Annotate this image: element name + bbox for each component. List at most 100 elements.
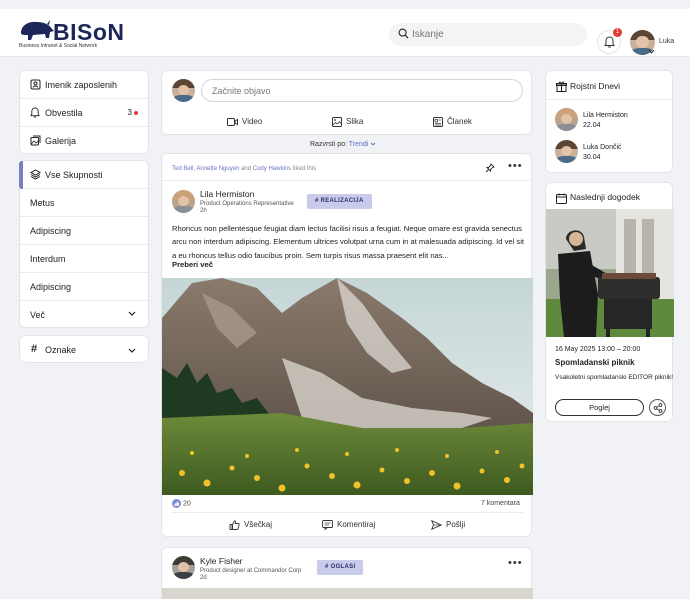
send-button[interactable]: Pošlji — [430, 519, 465, 531]
menu-item-gallery[interactable]: Galerija — [20, 127, 148, 155]
calendar-icon — [556, 193, 567, 204]
notifications-button[interactable]: 1 — [597, 28, 622, 54]
bell-icon — [604, 36, 615, 48]
share-icon — [653, 403, 663, 413]
bbq-photo — [546, 209, 674, 337]
post-image[interactable] — [162, 278, 533, 495]
post-author-role: Product designer at Commandor Corp — [200, 568, 302, 574]
video-button[interactable]: Video — [227, 117, 262, 126]
divider — [546, 99, 672, 100]
active-indicator — [19, 161, 23, 189]
birthday-person[interactable]: Luka Dončić 30.04 — [546, 139, 672, 167]
post-options-button[interactable]: ••• — [508, 557, 523, 569]
tags-label: Oznake — [45, 345, 77, 355]
group-item-label: Interdum — [30, 254, 66, 264]
post-image[interactable] — [162, 588, 533, 599]
image-label: Slika — [346, 117, 364, 127]
post-options-button[interactable]: ••• — [508, 160, 523, 172]
chevron-down-icon — [128, 311, 136, 316]
post-body: Rhoncus non pellentesque feugiat diam le… — [172, 224, 525, 260]
top-header: BISoN Business Intranet & Social Network… — [0, 9, 690, 57]
event-title[interactable]: Spomladanski piknik — [555, 358, 635, 367]
sort-selector[interactable]: Razvrsti po: Trendi — [310, 141, 376, 148]
like-reaction-icon — [172, 499, 181, 508]
post-liked-by: Ted Bell, Annette Nguyen and Cody Hawkin… — [172, 166, 317, 172]
likes-count[interactable]: 20 — [172, 499, 191, 508]
read-more-link[interactable]: Preberi več — [172, 260, 213, 269]
share-button[interactable] — [649, 399, 666, 416]
next-event-widget: Naslednji dogodek 16 May 2025 13:00 – 20… — [545, 182, 674, 422]
bell-icon — [30, 107, 40, 118]
gallery-icon — [30, 135, 41, 146]
avatar — [172, 79, 195, 102]
feed-post: Kyle Fisher Product designer at Commando… — [161, 547, 533, 599]
menu-item-notices[interactable]: Obvestila 3 — [20, 99, 148, 127]
send-icon — [430, 519, 443, 531]
post-author[interactable]: Kyle Fisher — [200, 556, 243, 566]
divider — [172, 512, 523, 513]
composer-input[interactable]: Začnite objavo — [201, 79, 523, 102]
view-event-button[interactable]: Poglej — [555, 399, 644, 416]
search-icon — [398, 28, 409, 39]
post-author[interactable]: Lila Hermiston — [200, 189, 254, 199]
brand-name: BISoN — [53, 19, 125, 45]
avatar — [172, 556, 195, 579]
comment-button[interactable]: Komentiraj — [322, 520, 375, 531]
event-description: Vsakoletni spomladanski EDITOR piknik! — [555, 374, 674, 381]
chevron-down-icon — [128, 348, 136, 353]
post-time: 2d — [200, 575, 207, 581]
group-item[interactable]: Metus — [20, 189, 148, 217]
avatar — [555, 108, 578, 131]
sort-value: Trendi — [348, 141, 369, 148]
avatar — [555, 140, 578, 163]
post-author-role: Product Operations Representative — [200, 201, 294, 207]
group-item-label: Metus — [30, 198, 55, 208]
birthdays-widget: Rojstni Dnevi Lila Hermiston 22.04 Luka … — [545, 70, 673, 173]
image-button[interactable]: Slika — [332, 117, 363, 127]
menu-item-label: Imenik zaposlenih — [45, 80, 118, 90]
video-label: Video — [242, 117, 263, 126]
birthday-date: 22.04 — [583, 122, 601, 129]
comment-icon — [322, 520, 333, 531]
contacts-icon — [30, 79, 41, 90]
feed-post: Ted Bell, Annette Nguyen and Cody Hawkin… — [161, 153, 533, 537]
groups-more-toggle[interactable]: Več — [20, 301, 148, 329]
event-image[interactable] — [546, 209, 674, 337]
notification-badge: 1 — [613, 28, 622, 37]
tags-menu[interactable]: # Oznake — [19, 335, 149, 363]
post-time: 2h — [200, 208, 207, 214]
post-tag[interactable]: # REALIZACIJA — [307, 194, 372, 209]
groups-menu: Vse Skupnosti Metus Adipiscing Interdum … — [19, 160, 149, 328]
birthdays-title: Rojstni Dnevi — [570, 81, 621, 91]
left-menu: Imenik zaposlenih Obvestila 3 Galerija — [19, 70, 149, 154]
birthday-person[interactable]: Lila Hermiston 22.04 — [546, 107, 672, 135]
group-item[interactable]: Adipiscing — [20, 217, 148, 245]
article-icon — [433, 117, 443, 127]
layers-icon — [30, 169, 41, 180]
like-button[interactable]: Všečkaj — [229, 520, 272, 530]
birthday-name: Lila Hermiston — [583, 112, 628, 119]
search-box[interactable] — [389, 23, 587, 46]
menu-item-directory[interactable]: Imenik zaposlenih — [20, 71, 148, 99]
group-item[interactable]: Interdum — [20, 245, 148, 273]
gift-icon — [556, 81, 567, 92]
notice-count: 3 — [128, 108, 138, 117]
group-item[interactable]: Adipiscing — [20, 273, 148, 301]
birthday-date: 30.04 — [583, 154, 601, 161]
article-button[interactable]: Članek — [433, 117, 472, 127]
event-section-title: Naslednji dogodek — [570, 192, 640, 202]
post-tag[interactable]: # OGLASI — [317, 560, 364, 575]
group-all-communities[interactable]: Vse Skupnosti — [19, 161, 148, 189]
group-header-label: Vse Skupnosti — [45, 170, 103, 180]
chevron-down-icon — [371, 142, 376, 146]
brand-logo[interactable]: BISoN Business Intranet & Social Network — [19, 19, 129, 51]
thumbs-up-icon — [229, 520, 240, 530]
avatar — [172, 190, 195, 213]
menu-item-label: Obvestila — [45, 108, 83, 118]
comments-count[interactable]: 7 komentara — [481, 500, 520, 507]
bison-icon — [21, 20, 54, 40]
search-input[interactable] — [412, 26, 577, 43]
divider — [162, 180, 531, 181]
pin-icon[interactable] — [485, 163, 495, 173]
user-menu[interactable]: Luka — [630, 30, 690, 56]
